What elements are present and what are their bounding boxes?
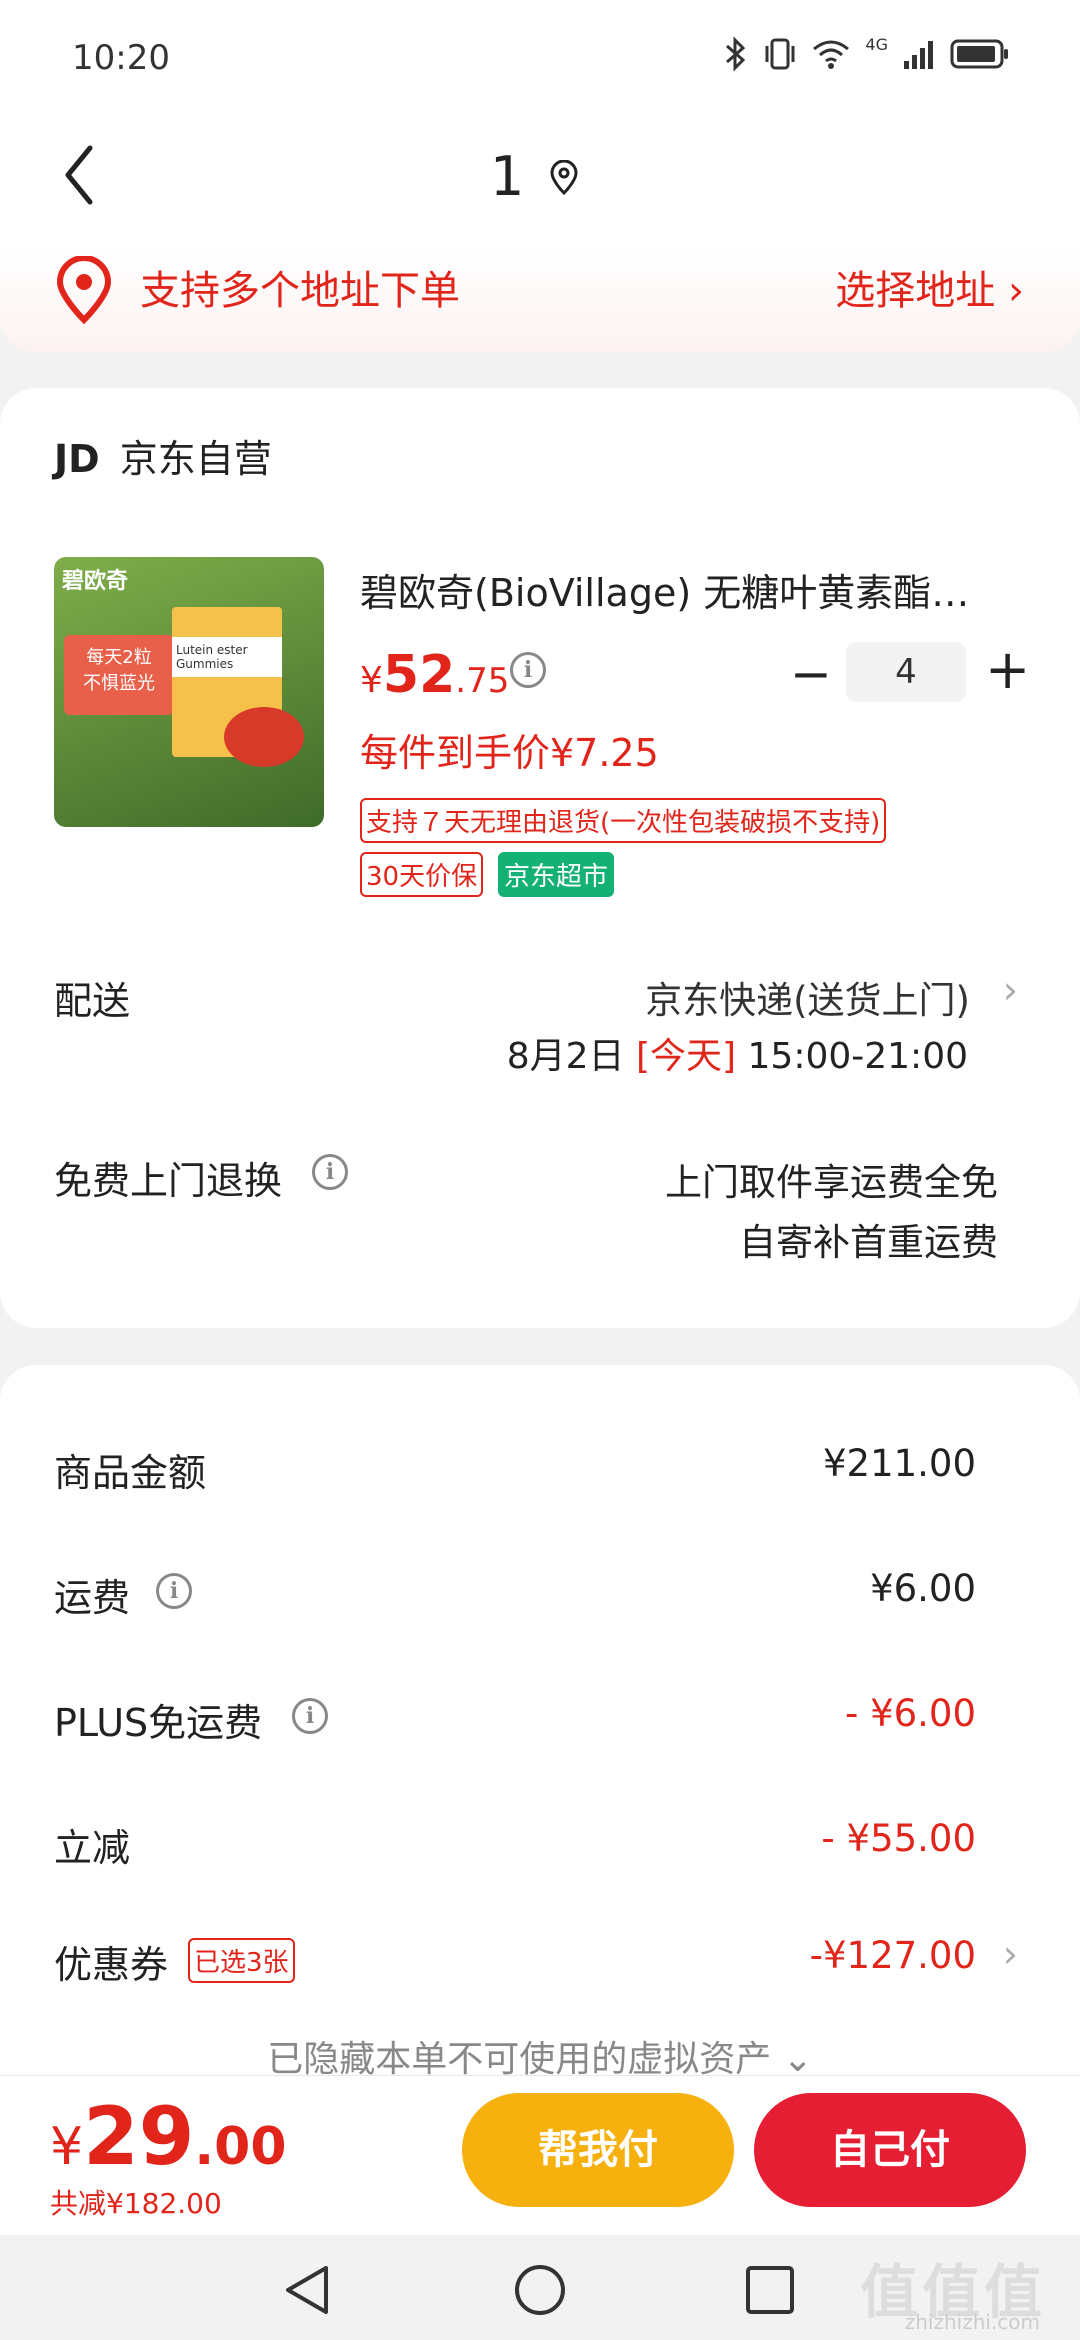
coupon-value[interactable]: -¥127.00 xyxy=(810,1934,976,1977)
shop-header: JD 京东自营 xyxy=(54,428,272,483)
status-time: 10:20 xyxy=(72,38,170,78)
delivery-label: 配送 xyxy=(54,979,131,1023)
delivery-time-range: 15:00-21:00 xyxy=(747,1036,968,1077)
jd-logo: JD xyxy=(54,437,100,481)
product-box-label: Lutein ester Gummies xyxy=(172,637,282,677)
network-label: 4G xyxy=(865,34,888,54)
coupon-label: 优惠券 xyxy=(54,1943,169,1987)
total-dec: .00 xyxy=(194,2117,287,2177)
select-address-link[interactable]: 选择地址 › xyxy=(835,258,1024,316)
product-image-badge: 每天2粒 不惧蓝光 xyxy=(64,635,174,715)
vibrate-icon xyxy=(765,38,795,70)
delivery-time[interactable]: 8月2日 [今天] 15:00-21:00 xyxy=(507,1027,968,1079)
price-protect-tag: 30天价保 xyxy=(360,852,484,897)
shop-name: 京东自营 xyxy=(119,437,272,481)
free-return-info-icon[interactable]: i xyxy=(312,1154,348,1190)
quantity-decrease-button[interactable]: − xyxy=(790,645,832,703)
plus-info-icon[interactable]: i xyxy=(292,1698,328,1734)
instant-discount-value: - ¥55.00 xyxy=(821,1817,976,1860)
return-policy-tag: 支持７天无理由退货(一次性包装破损不支持) xyxy=(360,798,887,843)
status-icons: 4G xyxy=(723,34,1010,72)
product-image[interactable]: 碧欧奇 每天2粒 不惧蓝光 Lutein ester Gummies xyxy=(54,557,324,827)
quantity-input[interactable]: 4 xyxy=(846,642,966,702)
gummies-visual xyxy=(224,707,304,767)
delivery-date: 8月2日 xyxy=(506,1036,625,1077)
goods-amount-label: 商品金额 xyxy=(54,1451,207,1495)
price-info-icon[interactable]: i xyxy=(510,652,546,688)
price-int: 52 xyxy=(382,645,456,705)
address-banner-text: 支持多个地址下单 xyxy=(140,268,460,314)
location-marker-icon xyxy=(56,256,112,324)
header xyxy=(0,120,1080,250)
product-image-line2: 不惧蓝光 xyxy=(83,673,155,694)
quantity-increase-button[interactable]: + xyxy=(985,638,1030,701)
wifi-icon xyxy=(813,40,850,69)
delivery-method[interactable]: 京东快递(送货上门) xyxy=(645,970,970,1024)
nav-home-icon[interactable] xyxy=(512,2262,568,2318)
free-return-label: 免费上门退换 xyxy=(54,1159,283,1203)
bluetooth-icon xyxy=(726,36,746,72)
page-title: 1 xyxy=(490,145,525,208)
shipping-value: ¥6.00 xyxy=(870,1567,976,1610)
goods-amount-value: ¥211.00 xyxy=(822,1442,976,1485)
location-pin-icon[interactable] xyxy=(548,160,580,196)
product-name[interactable]: 碧欧奇(BioVillage) 无糖叶黄素酯软… xyxy=(360,562,1000,617)
coupon-selected-badge[interactable]: 已选3张 xyxy=(188,1938,295,1983)
help-me-pay-button[interactable]: 帮我付 xyxy=(462,2093,734,2207)
total-int: 29 xyxy=(83,2090,195,2183)
product-image-brand: 碧欧奇 xyxy=(62,569,129,594)
price-currency: ¥ xyxy=(360,660,383,701)
watermark-url: zhizhizhi.com xyxy=(904,2310,1040,2334)
product-price: ¥52.75 xyxy=(360,645,509,705)
plus-free-shipping-value: - ¥6.00 xyxy=(844,1692,976,1735)
price-dec: .75 xyxy=(455,661,510,701)
back-arrow-icon[interactable] xyxy=(58,140,108,210)
free-return-value-2: 自寄补首重运费 xyxy=(739,1221,998,1264)
product-image-line1: 每天2粒 xyxy=(86,647,152,668)
signal-icon xyxy=(904,41,933,69)
delivery-today: [今天] xyxy=(635,1036,737,1077)
coupon-chevron-icon[interactable]: › xyxy=(1003,1932,1018,1976)
net-price: 每件到手价¥7.25 xyxy=(360,731,659,775)
plus-free-shipping-label: PLUS免运费 xyxy=(54,1701,263,1745)
nav-back-icon[interactable] xyxy=(282,2262,332,2318)
nav-recents-icon[interactable] xyxy=(744,2264,796,2316)
battery-icon xyxy=(950,39,1008,69)
instant-discount-label: 立减 xyxy=(54,1826,131,1870)
shipping-info-icon[interactable]: i xyxy=(156,1573,192,1609)
jd-supermarket-tag: 京东超市 xyxy=(498,852,615,897)
total-price: ¥29.00 xyxy=(50,2090,287,2183)
pay-myself-button[interactable]: 自己付 xyxy=(754,2093,1026,2207)
shipping-label: 运费 xyxy=(54,1576,131,1620)
delivery-chevron-icon[interactable]: › xyxy=(1003,968,1018,1012)
total-currency: ¥ xyxy=(50,2117,84,2177)
free-return-value-1: 上门取件享运费全免 xyxy=(665,1161,998,1204)
total-saved: 共减¥182.00 xyxy=(50,2187,222,2220)
